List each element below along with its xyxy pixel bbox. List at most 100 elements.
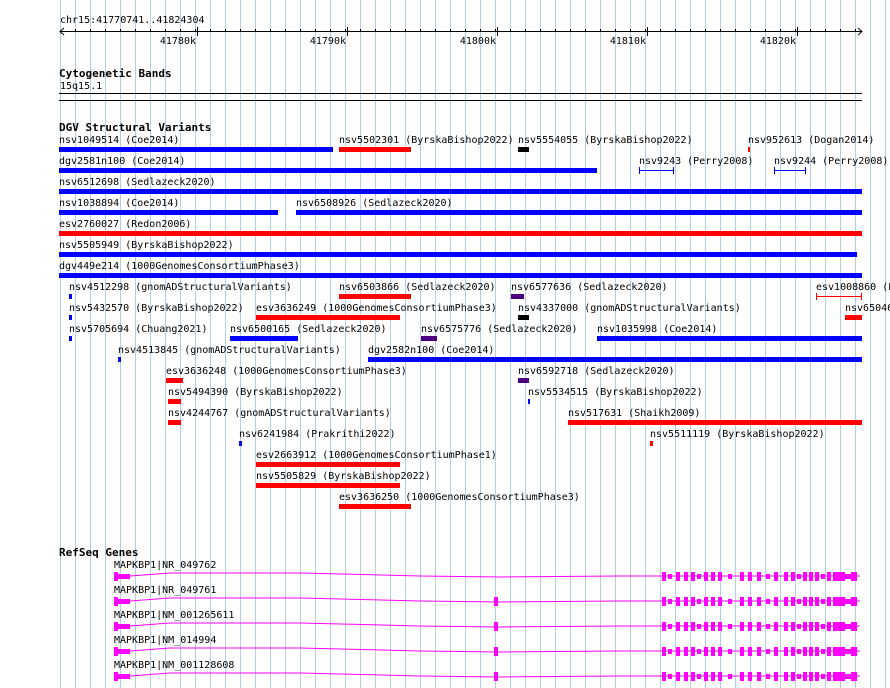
- gene-exon: [662, 647, 666, 656]
- gene-exon: [711, 597, 715, 606]
- gene-exon: [803, 672, 807, 681]
- gene-intron-line: [129, 672, 662, 678]
- gene-exon: [718, 597, 722, 606]
- gene-exon: [711, 622, 715, 631]
- gene-exon: [118, 574, 130, 579]
- gene-exon: [797, 599, 801, 604]
- gene-exon: [114, 572, 118, 581]
- gene-exon: [797, 649, 801, 654]
- gene-exon: [668, 574, 672, 579]
- gene-exon: [662, 672, 666, 681]
- gene-exon: [494, 622, 498, 631]
- gene-label[interactable]: MAPKBP1|NM_014994: [114, 635, 216, 646]
- gene-exon: [791, 622, 795, 631]
- gene-exon: [827, 597, 831, 606]
- gene-exon: [797, 574, 801, 579]
- gene-exon: [797, 674, 801, 679]
- gene-exon: [697, 599, 701, 604]
- gene-exon: [851, 647, 857, 656]
- gene-exon: [851, 672, 857, 681]
- gene-exon: [740, 672, 744, 681]
- gene-intron-line: [129, 597, 662, 603]
- gene-exon: [748, 647, 752, 656]
- gene-exon: [676, 672, 680, 681]
- gene-exon: [718, 672, 722, 681]
- gene-exon: [704, 622, 708, 631]
- gene-exon: [839, 672, 845, 681]
- gene-exon: [757, 622, 761, 631]
- gene-exon: [815, 672, 819, 681]
- gene-exon: [851, 572, 857, 581]
- gene-exon: [691, 597, 695, 606]
- gene-exon: [668, 624, 672, 629]
- gene-exon: [718, 622, 722, 631]
- gene-exon: [748, 672, 752, 681]
- gene-exon: [118, 674, 130, 679]
- gene-label[interactable]: MAPKBP1|NM_001128608: [114, 660, 234, 671]
- gene-intron-line: [129, 622, 662, 628]
- gene-exon: [740, 647, 744, 656]
- gene-exon: [748, 622, 752, 631]
- gene-exon: [114, 597, 118, 606]
- gene-exon: [711, 572, 715, 581]
- gene-exon: [711, 672, 715, 681]
- gene-exon: [668, 599, 672, 604]
- gene-exon: [833, 647, 839, 656]
- gene-exon: [704, 597, 708, 606]
- gene-exon: [676, 622, 680, 631]
- gene-exon: [718, 572, 722, 581]
- gene-exon: [821, 624, 825, 629]
- gene-exon: [774, 597, 778, 606]
- gene-exon: [728, 674, 732, 679]
- gene-exon: [827, 647, 831, 656]
- gene-exon: [748, 572, 752, 581]
- gene-exon: [757, 647, 761, 656]
- gene-exon: [774, 622, 778, 631]
- gene-exon: [494, 672, 498, 681]
- gene-exon: [809, 572, 813, 581]
- gene-label[interactable]: MAPKBP1|NR_049761: [114, 585, 216, 596]
- gene-exon: [784, 672, 788, 681]
- gene-exon: [809, 672, 813, 681]
- gene-exon: [114, 647, 118, 656]
- gene-exon: [839, 647, 845, 656]
- gene-exon: [691, 647, 695, 656]
- gene-exon: [718, 647, 722, 656]
- gene-exon: [821, 674, 825, 679]
- gene-exon: [691, 622, 695, 631]
- gene-exon: [791, 572, 795, 581]
- gene-exon: [839, 572, 845, 581]
- gene-exon: [809, 597, 813, 606]
- gene-exon: [845, 574, 851, 579]
- gene-exon: [728, 599, 732, 604]
- gene-exon: [815, 572, 819, 581]
- gene-exon: [774, 647, 778, 656]
- gene-exon: [662, 622, 666, 631]
- gene-exon: [728, 649, 732, 654]
- gene-exon: [784, 572, 788, 581]
- gene-exon: [839, 597, 845, 606]
- gene-exon: [697, 624, 701, 629]
- gene-label[interactable]: MAPKBP1|NM_001265611: [114, 610, 234, 621]
- gene-exon: [833, 597, 839, 606]
- gene-exon: [845, 649, 851, 654]
- gene-exon: [728, 574, 732, 579]
- gene-exon: [114, 622, 118, 631]
- gene-exon: [791, 597, 795, 606]
- gene-exon: [845, 674, 851, 679]
- gene-exon: [704, 647, 708, 656]
- gene-exon: [684, 647, 688, 656]
- gene-exon: [833, 572, 839, 581]
- gene-exon: [494, 647, 498, 656]
- gene-exon: [684, 572, 688, 581]
- gene-exon: [748, 597, 752, 606]
- gene-exon: [791, 647, 795, 656]
- gene-exon: [784, 597, 788, 606]
- gene-exon: [697, 649, 701, 654]
- gene-exon: [815, 622, 819, 631]
- gene-exon: [757, 597, 761, 606]
- gene-exon: [784, 622, 788, 631]
- gene-exon: [766, 674, 770, 679]
- gene-label[interactable]: MAPKBP1|NR_049762: [114, 560, 216, 571]
- gene-exon: [803, 572, 807, 581]
